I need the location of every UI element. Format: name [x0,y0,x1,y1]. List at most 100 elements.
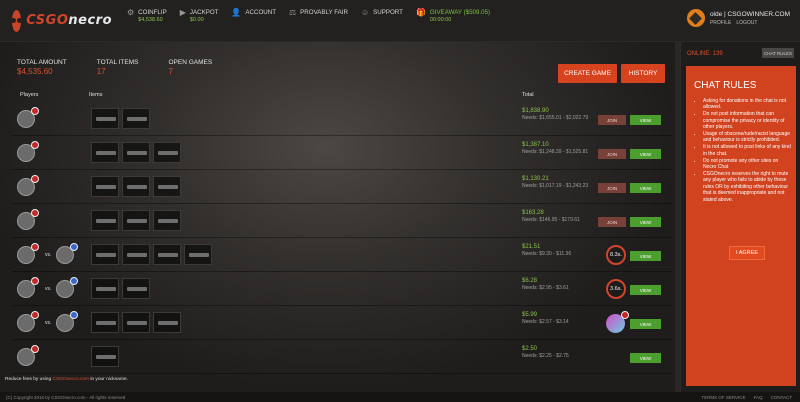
nav-item-provably-fair[interactable]: ⚖ PROVABLY FAIR [289,8,348,17]
fee-note-prefix: Reduce fees by using [5,377,52,382]
nav-text: ACCOUNT [245,9,276,17]
weapon-icon [96,355,116,359]
skin-item[interactable] [91,346,119,367]
join-button[interactable]: JOIN [598,183,626,193]
winner-avatar[interactable] [606,311,629,333]
online-count: ONLINE: 139 [687,51,723,57]
item-list [91,108,153,129]
skin-item[interactable] [153,210,181,231]
item-list [91,346,122,367]
skin-item[interactable] [91,176,119,197]
weapon-icon [127,185,147,189]
coinflip-icon: ⚙ [127,7,135,17]
skin-item[interactable] [91,210,119,231]
player-avatar[interactable] [17,243,39,264]
item-list [91,142,184,163]
join-button[interactable]: JOIN [598,217,626,227]
player-badge [31,107,39,115]
player-avatar[interactable] [56,243,78,264]
game-total: $1,838.90 Needs: $1,655.01 - $2,022.79 [522,107,588,122]
nav-item-support[interactable]: ☺ SUPPORT [360,7,403,17]
game-needs: Needs: $9.30 - $11.36 [522,251,572,257]
chat-rules-title: CHAT RULES [694,80,757,91]
skin-item[interactable] [153,312,181,333]
game-total: $6.28 Needs: $2.95 - $3.61 [522,277,569,292]
view-button[interactable]: VIEW [630,183,661,193]
game-total: $1,130.21 Needs: $1,017.19 - $1,243.23 [522,175,588,190]
player-badge [31,345,39,353]
skin-item[interactable] [122,312,150,333]
nav-item-giveaway[interactable]: 🎁 GIVEAWAY ($509.05) 00:00:00 [416,8,490,24]
view-button[interactable]: VIEW [630,319,661,329]
table-row: $1,130.21 Needs: $1,017.19 - $1,243.23 JOI… [12,172,672,204]
skin-item[interactable] [122,176,150,197]
player-avatar[interactable] [17,107,39,128]
create-game-button[interactable]: CREATE GAME [558,64,617,83]
chat-rules-button[interactable]: CHAT RULES [762,48,794,58]
game-total: $21.51 Needs: $9.30 - $11.36 [522,243,571,258]
history-button[interactable]: HISTORY [621,64,665,83]
stat-total-items: TOTAL ITEMS 17 [97,59,139,77]
stats-bar: TOTAL AMOUNT $4,535.60 TOTAL ITEMS 17 OP… [17,59,242,77]
player-avatar[interactable] [17,209,39,230]
view-button[interactable]: VIEW [630,251,661,261]
nav-sub: $0.00 [189,16,204,23]
nav-item-coinflip[interactable]: ⚙ COINFLIP $4,538.60 [127,7,167,24]
skin-item[interactable] [184,244,212,265]
weapon-icon [127,287,147,291]
weapon-icon [127,151,147,155]
agree-button[interactable]: I AGREE [729,246,765,260]
skin-item[interactable] [153,176,181,197]
nav-item-account[interactable]: 👤 ACCOUNT [231,8,276,17]
skin-item[interactable] [91,108,119,129]
view-button[interactable]: VIEW [630,353,661,363]
skin-item[interactable] [122,278,150,299]
player-avatar[interactable] [17,175,39,196]
nav-item-jackpot[interactable]: ▶ JACKPOT $0.00 [180,8,219,24]
view-button[interactable]: VIEW [630,217,661,227]
player-avatar[interactable] [17,345,39,366]
player-avatar[interactable] [17,141,39,162]
faq-link[interactable]: FAQ [754,395,763,400]
weapon-icon [96,219,116,223]
nav-text: JACKPOT $0.00 [190,9,219,24]
skin-item[interactable] [91,142,119,163]
copyright: (C) Copyright 2016 by CSGOnecro.com - Al… [6,394,126,400]
weapon-icon [127,219,147,223]
player-avatar[interactable] [17,311,39,332]
rule-item: Asking for donations in the chat is not … [703,98,792,111]
view-button[interactable]: VIEW [630,285,661,295]
contact-link[interactable]: CONTACT [771,395,792,400]
logo[interactable]: CSGOnecro [11,9,112,32]
game-price: $1,387.10 [522,142,549,148]
logo-text: CSGOnecro [26,13,112,28]
skin-item[interactable] [91,312,119,333]
avatar[interactable] [686,9,705,27]
skin-item[interactable] [122,108,150,129]
nav-text: PROVABLY FAIR [300,9,348,17]
player-avatar[interactable] [56,277,78,298]
skin-item[interactable] [91,278,119,299]
player-avatar[interactable] [17,277,39,298]
join-button[interactable]: JOIN [598,149,626,159]
view-button[interactable]: VIEW [630,149,661,159]
game-needs: Needs: $1,655.01 - $2,022.79 [522,115,589,121]
vs-label: vs. [45,286,52,292]
profile-link[interactable]: PROFILE [710,19,731,27]
join-button[interactable]: JOIN [598,115,626,125]
skin-item[interactable] [122,244,150,265]
column-header-total: Total [522,92,534,98]
terms-link[interactable]: TERMS OF SERVICE [701,395,745,400]
skin-item[interactable] [153,244,181,265]
skin-item[interactable] [122,142,150,163]
fee-note-link[interactable]: CSGOnecro.com [52,377,89,382]
support-icon: ☺ [360,7,370,17]
skin-item[interactable] [91,244,119,265]
game-price: $163.28 [522,210,544,216]
logout-link[interactable]: LOGOUT [736,19,757,27]
view-button[interactable]: VIEW [630,115,661,125]
skin-item[interactable] [122,210,150,231]
player-avatar[interactable] [56,311,78,332]
skin-item[interactable] [153,142,181,163]
stat-open-games: OPEN GAMES 7 [169,59,213,77]
